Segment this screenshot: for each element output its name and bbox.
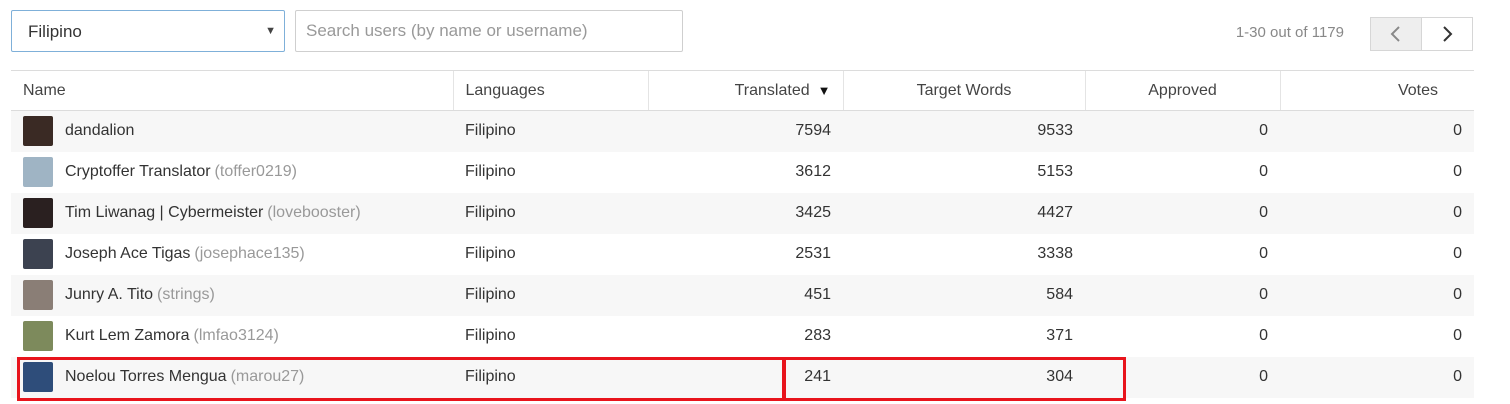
avatar[interactable] xyxy=(23,157,53,187)
cell-name: Noelou Torres Mengua (marou27) xyxy=(11,356,453,398)
cell-name: Tim Liwanag | Cybermeister (lovebooster) xyxy=(11,192,453,234)
cell-votes: 0 xyxy=(1280,274,1474,316)
language-select[interactable]: Filipino ▼ xyxy=(11,10,285,52)
pagination-range: 1-30 out of 1179 xyxy=(1235,24,1344,41)
cell-language: Filipino xyxy=(453,356,648,398)
column-header-name[interactable]: Name xyxy=(11,70,453,111)
column-header-votes[interactable]: Votes xyxy=(1279,70,1474,111)
cell-votes: 0 xyxy=(1453,245,1462,262)
cell-target-words: 304 xyxy=(843,356,1085,398)
cell-target-words: 371 xyxy=(1046,327,1073,344)
table-row: Noelou Torres Mengua (marou27) Filipino 241… xyxy=(11,356,1474,398)
language-select-value: Filipino xyxy=(28,22,82,41)
avatar[interactable] xyxy=(23,239,53,269)
column-header-approved[interactable]: Approved xyxy=(1084,70,1280,111)
avatar[interactable] xyxy=(23,116,53,147)
cell-translated: 2531 xyxy=(795,245,831,262)
cell-translated: 7594 xyxy=(648,110,843,152)
cell-target-words: 9533 xyxy=(843,110,1085,152)
user-name[interactable]: dandalion xyxy=(65,122,134,140)
cell-language: Filipino xyxy=(465,327,516,344)
column-header-translated[interactable]: Translated ▼ xyxy=(647,70,843,111)
cell-translated: 451 xyxy=(648,274,843,316)
user-username: (lmfao3124) xyxy=(193,327,279,344)
cell-name: dandalion xyxy=(11,110,453,152)
toolbar: Filipino ▼ 1-30 out of 1179 xyxy=(0,0,1510,62)
cell-votes: 0 xyxy=(1453,163,1462,180)
cell-approved: 0 xyxy=(1085,274,1280,316)
cell-name: Joseph Ace Tigas (josephace135) xyxy=(11,234,453,275)
cell-approved: 0 xyxy=(1259,327,1268,344)
cell-name: Junry A. Tito (strings) xyxy=(11,274,453,316)
cell-language: Filipino xyxy=(465,163,516,180)
user-name[interactable]: Kurt Lem Zamora xyxy=(65,327,189,345)
cell-language: Filipino xyxy=(453,274,648,316)
column-header-translated-label: Translated xyxy=(734,81,810,99)
cell-approved: 0 xyxy=(1259,163,1268,180)
table-row: Cryptoffer Translator (toffer0219) Filipin… xyxy=(11,152,1474,193)
user-name[interactable]: Tim Liwanag | Cybermeister xyxy=(65,204,263,222)
users-table: Name Languages Translated ▼ Target Words … xyxy=(11,70,1474,398)
cell-target-words: 5153 xyxy=(1037,163,1073,180)
previous-page-button[interactable] xyxy=(1370,17,1422,51)
user-name[interactable]: Joseph Ace Tigas xyxy=(65,245,190,263)
cell-target-words: 584 xyxy=(843,274,1085,316)
user-username: (strings) xyxy=(157,286,215,303)
cell-translated: 3425 xyxy=(648,192,843,234)
avatar[interactable] xyxy=(23,321,53,351)
cell-language: Filipino xyxy=(465,245,516,262)
cell-language: Filipino xyxy=(453,192,648,234)
user-username: (josephace135) xyxy=(194,245,305,262)
cell-approved: 0 xyxy=(1085,192,1280,234)
table-row: Tim Liwanag | Cybermeister (lovebooster) F… xyxy=(11,192,1474,234)
cell-approved: 0 xyxy=(1085,356,1280,398)
chevron-down-icon: ▼ xyxy=(265,25,276,37)
cell-votes: 0 xyxy=(1280,192,1474,234)
next-page-button[interactable] xyxy=(1421,17,1473,51)
user-username: (lovebooster) xyxy=(267,204,361,221)
cell-target-words: 4427 xyxy=(843,192,1085,234)
cell-language: Filipino xyxy=(453,110,648,152)
search-input[interactable] xyxy=(295,10,683,52)
cell-votes: 0 xyxy=(1453,327,1462,344)
cell-approved: 0 xyxy=(1085,110,1280,152)
cell-translated: 3612 xyxy=(795,163,831,180)
column-header-target-words[interactable]: Target Words xyxy=(842,70,1085,111)
cell-target-words: 3338 xyxy=(1037,245,1073,262)
cell-approved: 0 xyxy=(1259,245,1268,262)
table-row: Kurt Lem Zamora (lmfao3124) Filipino 283 371… xyxy=(11,316,1474,357)
avatar[interactable] xyxy=(23,280,53,310)
chevron-right-icon xyxy=(1443,26,1453,42)
column-header-languages[interactable]: Languages xyxy=(452,70,648,111)
table-header-row: Name Languages Translated ▼ Target Words … xyxy=(11,70,1474,111)
cell-votes: 0 xyxy=(1280,356,1474,398)
cell-name: Kurt Lem Zamora (lmfao3124) xyxy=(11,316,453,357)
user-username: (toffer0219) xyxy=(214,163,297,180)
user-name[interactable]: Junry A. Tito xyxy=(65,286,153,304)
table-row: dandalion Filipino 7594 9533 0 0 xyxy=(11,110,1474,152)
cell-translated: 283 xyxy=(804,327,831,344)
table-row: Junry A. Tito (strings) Filipino 451 584 0 0 xyxy=(11,274,1474,316)
user-name[interactable]: Cryptoffer Translator xyxy=(65,163,211,181)
sort-descending-icon: ▼ xyxy=(817,82,831,98)
table-row: Joseph Ace Tigas (josephace135) Filipino 25… xyxy=(11,234,1474,275)
cell-translated: 241 xyxy=(648,356,843,398)
user-username: (marou27) xyxy=(230,368,305,385)
avatar[interactable] xyxy=(23,362,53,392)
user-name[interactable]: Noelou Torres Mengua xyxy=(65,368,227,386)
cell-name: Cryptoffer Translator (toffer0219) xyxy=(11,152,453,193)
chevron-left-icon xyxy=(1390,26,1400,42)
cell-votes: 0 xyxy=(1280,110,1474,152)
avatar[interactable] xyxy=(23,198,53,228)
